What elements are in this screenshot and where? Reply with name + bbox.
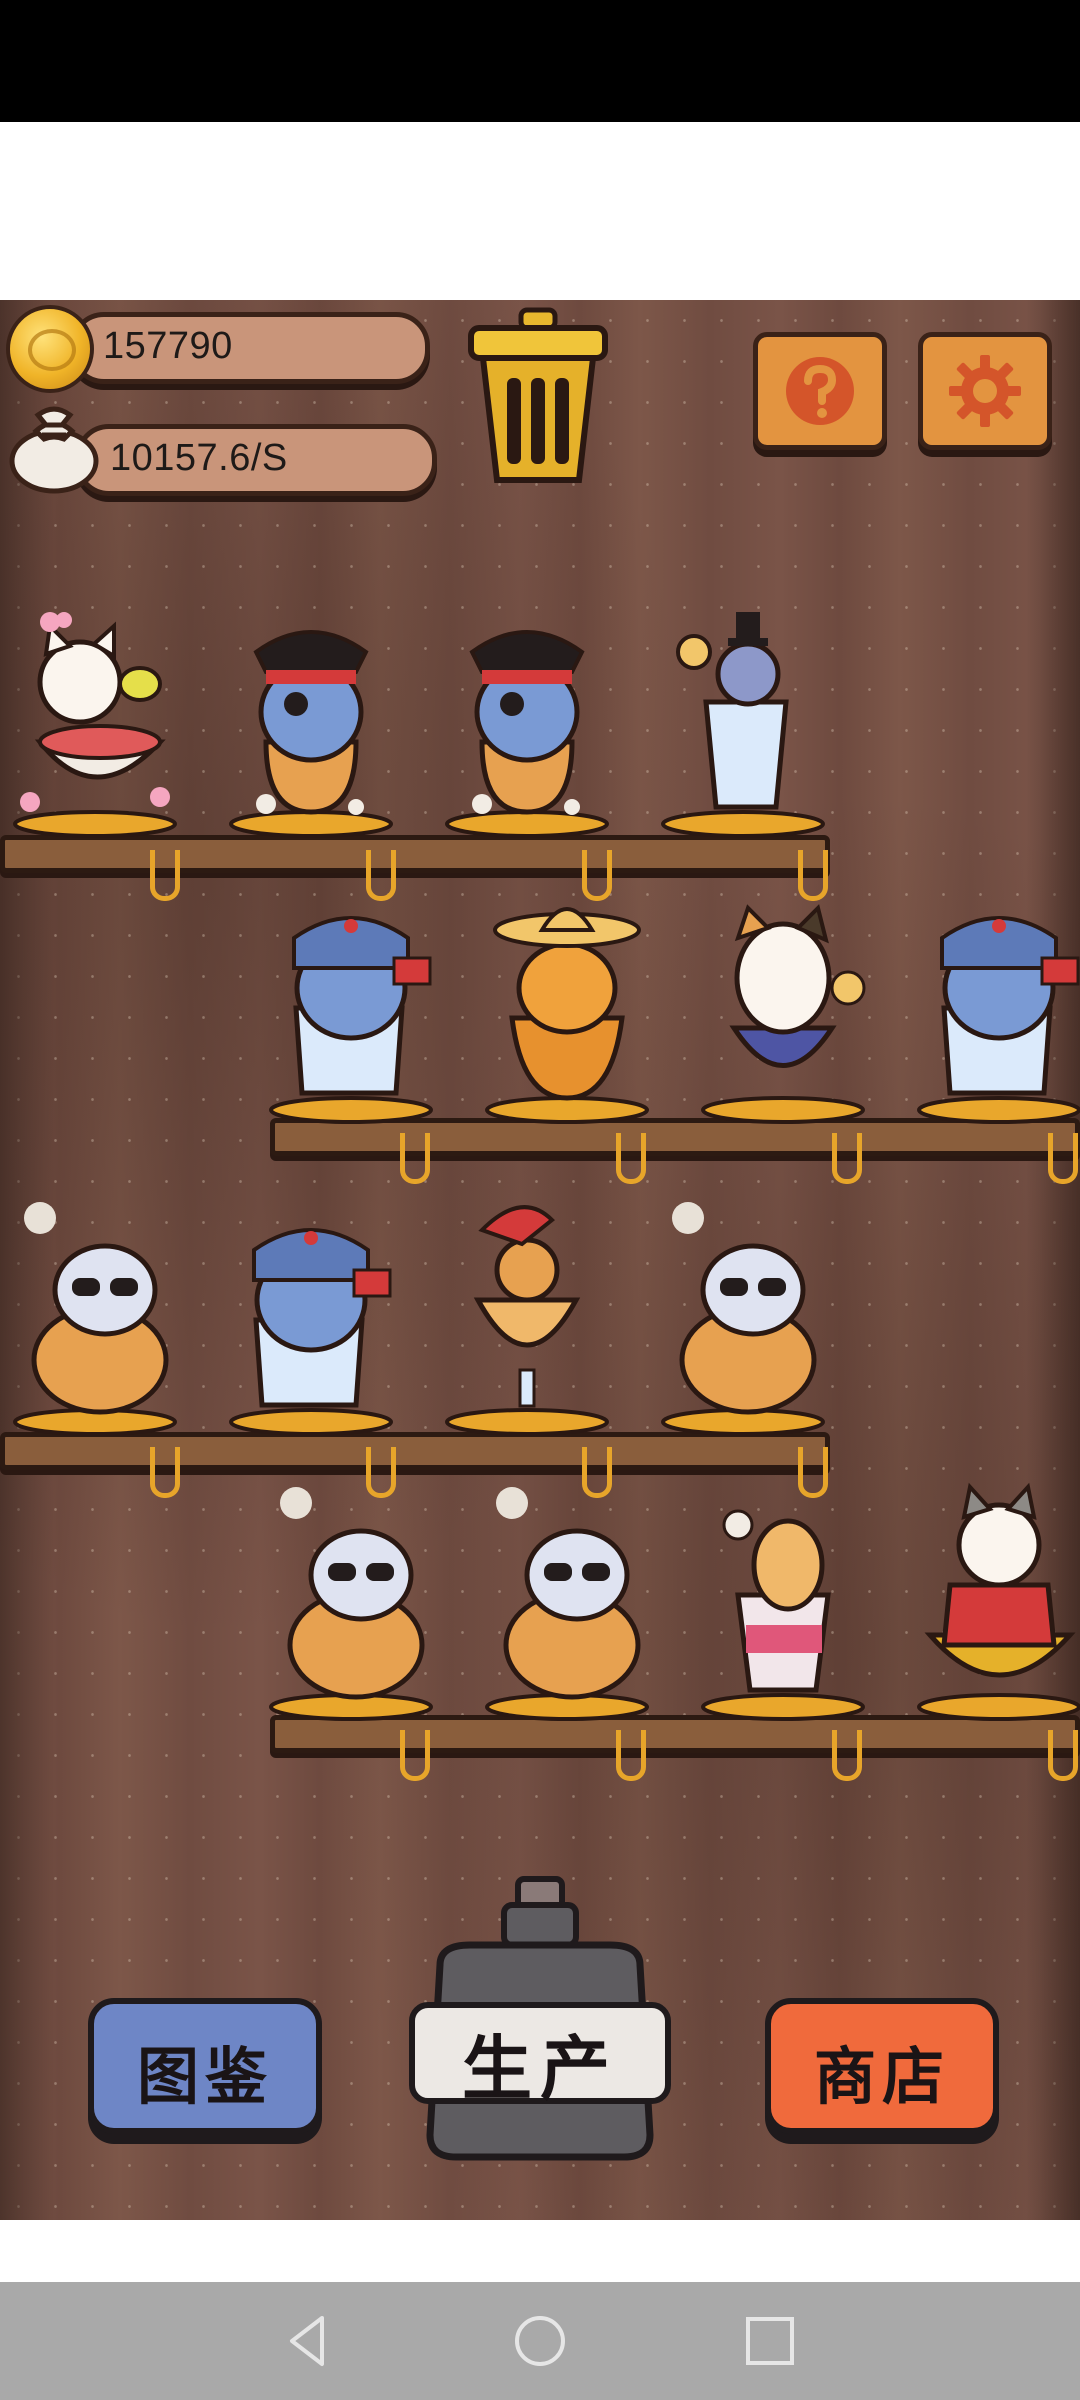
sunglasses-cat-in-pot-icon xyxy=(661,1202,825,1436)
money-bag-icon xyxy=(9,406,99,494)
income-rate: 10157.6/S xyxy=(110,437,288,479)
shelf-hook xyxy=(150,850,180,901)
flower-cat-in-bowl-icon xyxy=(13,612,177,838)
shelf-hook xyxy=(616,1730,646,1781)
cat-slot[interactable] xyxy=(914,1475,1080,1725)
cat-slot[interactable] xyxy=(482,878,652,1128)
cat-slot[interactable] xyxy=(914,878,1080,1128)
alpaca-cat-in-cup-icon xyxy=(701,1509,865,1721)
produce-button-label: 生产 xyxy=(462,2028,618,2110)
cat-slot[interactable] xyxy=(442,1190,612,1440)
home-icon[interactable] xyxy=(509,2310,571,2372)
sombrero-tabby-cat-icon xyxy=(485,907,649,1124)
shelf-hook xyxy=(832,1730,862,1781)
coin-icon xyxy=(6,305,94,393)
shelf-hook xyxy=(1048,1133,1078,1184)
cat-slot[interactable] xyxy=(482,1475,652,1725)
calico-cat-in-bowl-icon xyxy=(701,904,866,1124)
shelf-hook xyxy=(150,1447,180,1498)
cat-slot[interactable] xyxy=(10,1190,180,1440)
shelf-hook xyxy=(400,1133,430,1184)
trash-can-icon[interactable] xyxy=(463,306,613,488)
cat-slot[interactable] xyxy=(698,1475,868,1725)
shelf-hook xyxy=(832,1133,862,1184)
cat-slot[interactable] xyxy=(226,1190,396,1440)
back-icon[interactable] xyxy=(278,2310,340,2372)
ushanka-cat-in-glass-icon xyxy=(229,1228,393,1436)
red-hat-cat-in-parfait-glass-icon xyxy=(445,1205,609,1436)
shelf-hook xyxy=(616,1133,646,1184)
codex-button-label: 图鉴 xyxy=(136,2040,273,2113)
shop-button-label: 商店 xyxy=(813,2040,950,2113)
cat-slot[interactable] xyxy=(226,592,396,842)
shelf-hook xyxy=(400,1730,430,1781)
pirate-cat-icon xyxy=(229,630,393,838)
pirate-cat-icon xyxy=(445,630,609,838)
letterbox-top xyxy=(0,122,1080,300)
sunglasses-cat-in-pot-icon xyxy=(485,1487,649,1721)
codex-button[interactable]: 图鉴 xyxy=(88,1998,322,2134)
ushanka-cat-in-glass-icon xyxy=(917,916,1080,1124)
top-hat-cat-in-drink-glass-icon xyxy=(661,612,825,838)
red-coat-cat-in-bowl-icon xyxy=(917,1482,1080,1721)
income-rate-counter: 10157.6/S xyxy=(75,424,437,496)
settings-gear-icon xyxy=(949,355,1021,427)
letterbox-bottom xyxy=(0,2220,1080,2282)
status-bar xyxy=(0,0,1080,122)
help-icon xyxy=(786,357,854,425)
cat-slot[interactable] xyxy=(10,592,180,842)
recents-icon[interactable] xyxy=(739,2310,801,2372)
coin-amount: 157790 xyxy=(103,325,233,367)
cat-slot[interactable] xyxy=(658,1190,828,1440)
cat-slot[interactable] xyxy=(266,1475,436,1725)
coin-counter: 157790 xyxy=(70,312,430,384)
cat-slot[interactable] xyxy=(266,878,436,1128)
help-button[interactable] xyxy=(753,332,887,450)
cat-slot[interactable] xyxy=(658,592,828,842)
shop-button[interactable]: 商店 xyxy=(765,1998,999,2134)
sunglasses-cat-in-pot-icon xyxy=(269,1487,433,1721)
sunglasses-cat-in-pot-icon xyxy=(13,1202,177,1436)
ushanka-cat-in-glass-icon xyxy=(269,916,433,1124)
settings-button[interactable] xyxy=(918,332,1052,450)
navigation-bar xyxy=(0,2282,1080,2400)
cat-slot[interactable] xyxy=(698,878,868,1128)
cat-slot[interactable] xyxy=(442,592,612,842)
shelf-hook xyxy=(1048,1730,1078,1781)
